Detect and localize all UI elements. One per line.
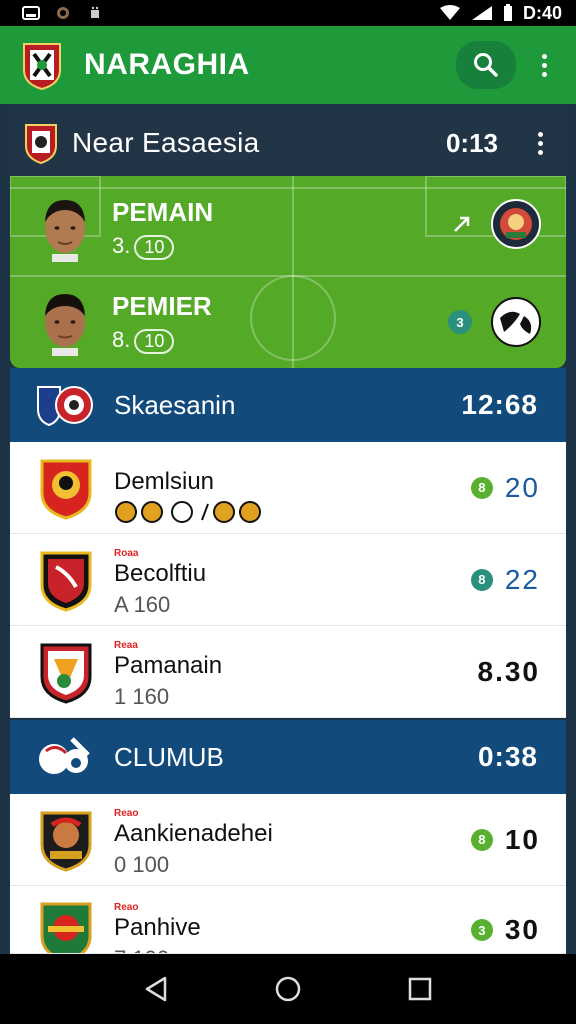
team-name: Panhive [114,914,201,941]
section-title: Skaesanin [114,389,236,420]
search-icon [474,53,498,77]
row-tag: Reaa [114,639,138,651]
notification-icon [22,6,40,20]
system-nav-bar [0,954,576,1024]
section-crests-icon [37,386,93,427]
more-vert-icon[interactable] [532,45,556,85]
section-title: CLUMUB [114,741,224,772]
form-badges-icon [115,500,261,523]
player-avatar [45,294,85,356]
match-score: 8 22 [470,564,540,596]
home-icon[interactable] [274,975,302,1003]
section-logo-icon [37,737,90,776]
team-crest-icon [40,551,92,612]
section-header-2[interactable]: CLUMUB 0:38 [10,720,566,794]
section-header-1[interactable]: Skaesanin 12:68 [10,368,566,442]
featured-badge: 3 [448,310,472,334]
player-avatar [45,200,85,262]
team-name: Aankienadehei [114,819,273,847]
status-bar: D:40 [0,0,576,26]
opponent-crest-icon [491,199,541,249]
row-tag: Reao [114,902,139,913]
recents-icon[interactable] [407,976,433,1002]
arrow-icon [454,216,470,232]
android-icon [91,6,99,18]
match-score: 3 30 [470,914,540,946]
ball-icon [491,297,541,347]
score-badge: 8 [470,476,493,499]
match-row[interactable]: Reaa Pamanain 1 160 8.30 [10,626,566,718]
team-crest-icon [40,459,92,520]
near-title: Near Easaesia [72,127,260,158]
match-row[interactable]: Roaa Becolftiu A 160 8 22 [10,534,566,626]
shield-notification-icon [57,7,69,19]
near-header[interactable]: Near Easaesia 0:13 [10,110,566,176]
match-row[interactable]: Demlsiun 8 20 [10,442,566,534]
team-crest-icon [40,902,92,953]
club-logo-icon[interactable] [22,40,62,90]
team-sub: 7 190 [114,946,169,953]
player-name: PEMIER [112,290,212,321]
featured-match-card[interactable]: PEMAIN 3. 10 PEMIER 8. 10 3 [10,176,566,368]
player-score: 8. 10 [112,327,212,354]
team-name: Becolftiu [114,559,207,587]
match-score: 8 20 [470,472,540,504]
club-crest-icon [25,124,57,164]
app-title: NARAGHIA [84,48,250,81]
status-time: D:40 [522,2,562,23]
featured-opponent-1[interactable] [452,198,542,250]
row-tag: Roaa [114,547,139,559]
near-more-icon[interactable] [528,123,552,163]
team-crest-icon [40,643,92,704]
match-row[interactable]: Reao Panhive 7 190 3 30 [10,886,566,954]
score-badge: 3 [470,919,493,941]
app-bar: NARAGHIA [0,26,576,104]
team-name: Pamanain [114,651,223,679]
featured-player-2[interactable]: PEMIER 8. 10 [38,282,212,362]
row-tag: Reao [114,807,139,819]
team-sub: A 160 [114,591,171,617]
score-badge: 8 [470,568,493,591]
match-score: 8.30 [477,655,540,687]
back-icon[interactable] [143,975,169,1003]
player-score: 3. 10 [112,233,213,260]
featured-opponent-2[interactable]: 3 [448,296,542,348]
player-name: PEMAIN [112,196,214,227]
score-badge: 8 [470,828,493,851]
signal-icon [471,6,492,20]
match-row[interactable]: Reao Aankienadehei 0 100 8 10 [10,794,566,886]
team-sub: 0 100 [114,851,170,877]
section-time: 12:68 [461,389,538,420]
team-sub: 1 160 [114,683,170,709]
wifi-icon [439,5,460,20]
team-crest-icon [40,811,92,872]
section-time: 0:38 [477,741,538,772]
team-name: Demlsiun [114,467,215,495]
featured-player-1[interactable]: PEMAIN 3. 10 [38,188,213,268]
battery-icon [503,4,512,21]
match-score: 8 10 [470,824,540,856]
near-time: 0:13 [445,127,498,158]
search-button[interactable] [456,41,516,89]
